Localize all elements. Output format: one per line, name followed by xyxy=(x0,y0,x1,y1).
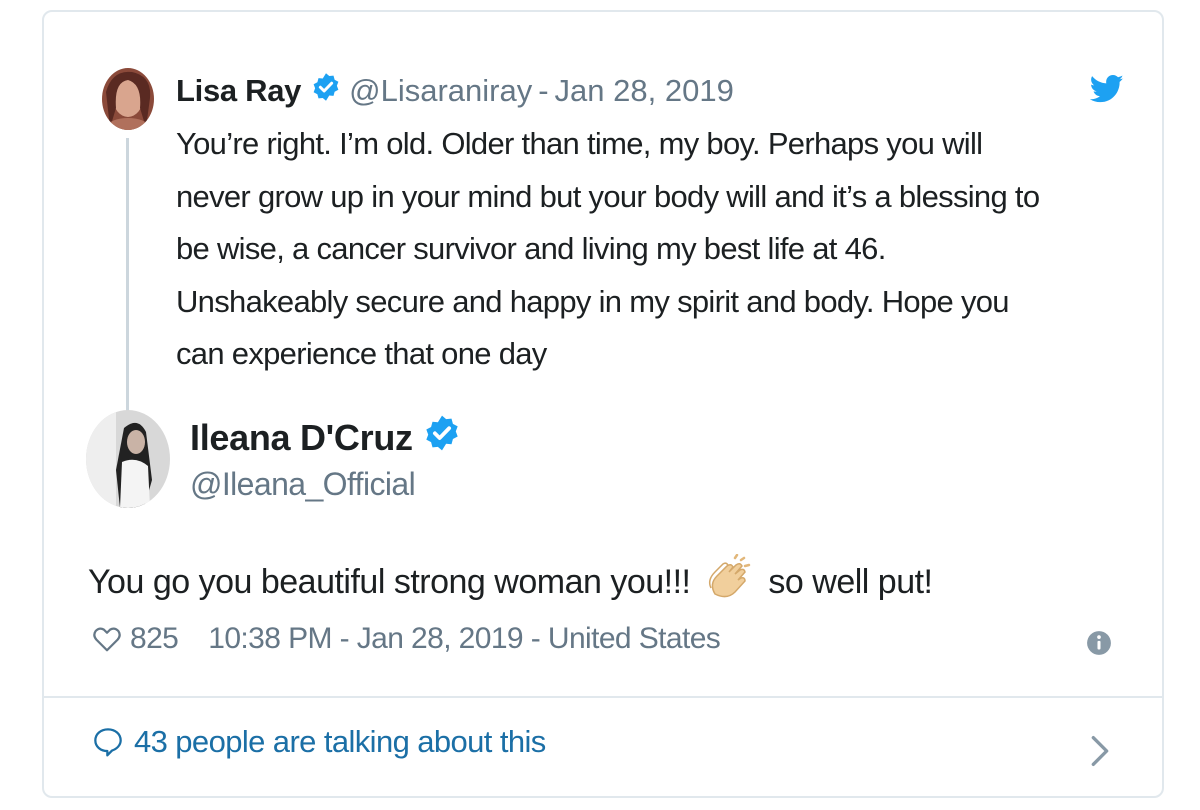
quoted-tweet-header: Lisa Ray @Lisaraniray - Jan 28, 2019 xyxy=(176,72,734,110)
chevron-right-icon[interactable] xyxy=(1090,734,1110,773)
quoted-author-name[interactable]: Lisa Ray xyxy=(176,73,301,109)
thread-connector-line xyxy=(126,138,129,414)
main-author-name[interactable]: Ileana D'Cruz xyxy=(190,417,413,459)
verified-badge-icon xyxy=(311,72,341,110)
tweet-meta-row: 825 10:38 PM - Jan 28, 2019 - United Sta… xyxy=(92,622,721,656)
quoted-text-line: Unshakeably secure and happy in my spiri… xyxy=(176,283,1010,319)
quoted-text-line: can experience that one day xyxy=(176,336,547,371)
main-text-part: You go you beautiful strong woman you!!! xyxy=(88,562,691,601)
quoted-text-line: be wise, a cancer survivor and living my… xyxy=(176,231,886,266)
speech-bubble-icon xyxy=(92,726,124,758)
footer-divider xyxy=(44,696,1162,698)
quoted-handle[interactable]: @Lisaraniray xyxy=(349,73,532,109)
twitter-bird-icon[interactable] xyxy=(1089,74,1124,109)
like-count[interactable]: 825 xyxy=(130,622,179,656)
conversation-text[interactable]: 43 people are talking about this xyxy=(134,724,546,760)
main-text-part: so well put! xyxy=(768,562,933,601)
ileana-avatar[interactable] xyxy=(86,410,170,508)
heart-icon[interactable] xyxy=(92,625,122,653)
main-handle[interactable]: @Ileana_Official xyxy=(190,466,416,503)
main-tweet-text: You go you beautiful strong woman you!!!… xyxy=(88,553,933,614)
clapping-hands-icon xyxy=(705,553,753,614)
quoted-date[interactable]: Jan 28, 2019 xyxy=(555,73,734,109)
conversation-link[interactable]: 43 people are talking about this xyxy=(92,724,546,760)
quoted-text-line: never grow up in your mind but your body… xyxy=(176,178,1040,214)
quoted-tweet-text: You’re right. I’m old. Older than time, … xyxy=(176,118,1126,381)
info-icon[interactable] xyxy=(1086,630,1112,661)
lisa-ray-avatar[interactable] xyxy=(102,68,154,130)
verified-badge-icon xyxy=(423,414,461,461)
main-tweet-author-row: Ileana D'Cruz xyxy=(190,414,461,461)
tweet-timestamp[interactable]: 10:38 PM - Jan 28, 2019 - United States xyxy=(208,622,721,656)
quoted-text-line: You’re right. I’m old. Older than time, … xyxy=(176,126,983,161)
dot-separator: - xyxy=(538,73,549,108)
embedded-tweet-card: Lisa Ray @Lisaraniray - Jan 28, 2019 You… xyxy=(42,10,1164,798)
